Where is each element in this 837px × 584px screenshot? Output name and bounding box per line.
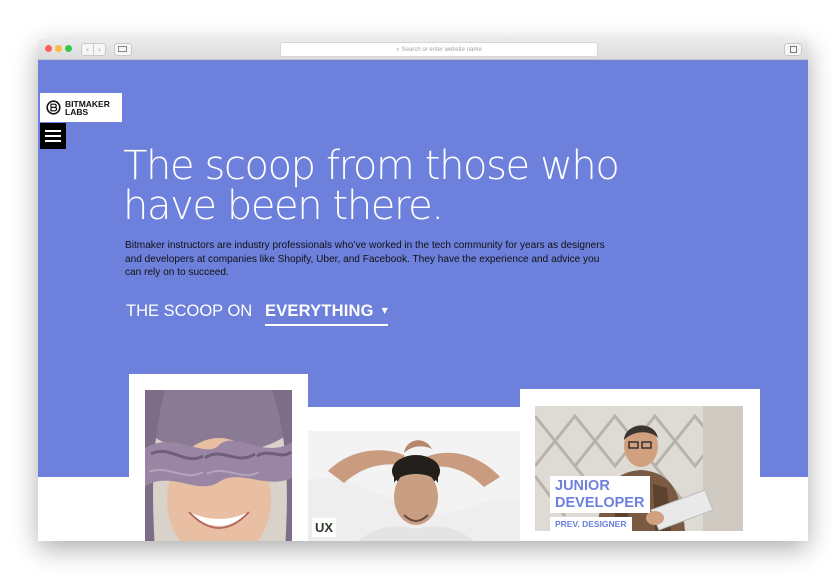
close-window-button[interactable]	[45, 45, 52, 52]
card-label-ux: UX	[312, 518, 337, 537]
card-title-junior-developer: JUNIOR DEVELOPER	[550, 476, 651, 513]
card-title-line-2: DEVELOPER	[555, 495, 645, 511]
card-subtitle-prev-designer: PREV. DESIGNER	[550, 517, 632, 531]
logo-wordmark: BITMAKER LABS	[65, 100, 110, 117]
browser-toolbar: ‹ › ⌕ Search or enter website name	[38, 39, 808, 60]
address-bar[interactable]: ⌕ Search or enter website name	[280, 42, 598, 57]
bitmaker-logo[interactable]: BITMAKER LABS	[40, 93, 122, 122]
page-viewport: BITMAKER LABS The scoop from those who hav…	[38, 60, 808, 541]
sidebar-toggle-button[interactable]	[114, 43, 132, 56]
story-card-ux[interactable]: UX	[308, 407, 520, 541]
bitmaker-logo-icon	[46, 100, 61, 115]
card-photo-braided-hair	[145, 390, 292, 541]
forward-button[interactable]: ›	[93, 43, 106, 56]
intro-line-1: Bitmaker instructors are industry profes…	[125, 240, 605, 251]
intro-paragraph: Bitmaker instructors are industry profes…	[125, 239, 665, 280]
story-card-braids[interactable]	[129, 374, 308, 541]
story-card-junior-developer[interactable]: JUNIOR DEVELOPER PREV. DESIGNER	[520, 389, 760, 541]
card-photo-man-hands-on-head: UX	[308, 431, 520, 541]
browser-window: ‹ › ⌕ Search or enter website name BITMAK…	[38, 39, 808, 541]
tabs-icon	[790, 46, 797, 53]
hamburger-menu-icon[interactable]	[40, 123, 66, 149]
scoop-topic-value: EVERYTHING	[265, 302, 374, 320]
search-icon: ⌕	[396, 46, 400, 53]
minimize-window-button[interactable]	[55, 45, 62, 52]
scoop-label: THE SCOOP ON	[126, 302, 253, 320]
intro-line-2: and developers at companies like Shopify…	[125, 253, 600, 265]
address-placeholder: Search or enter website name	[401, 47, 482, 53]
logo-line-2: LABS	[65, 107, 89, 117]
dropdown-caret-icon: ▼	[381, 306, 388, 315]
card-photo-developer-with-tablet: JUNIOR DEVELOPER PREV. DESIGNER	[535, 406, 743, 531]
page-title: The scoop from those who have been there.	[123, 146, 683, 226]
zoom-window-button[interactable]	[65, 45, 72, 52]
sidebar-icon	[118, 46, 127, 52]
scoop-topic-dropdown[interactable]: EVERYTHING ▼	[265, 302, 388, 326]
card-title-line-1: JUNIOR	[555, 478, 610, 494]
intro-line-3: can rely on to succeed.	[125, 267, 229, 278]
show-tabs-button[interactable]	[784, 43, 802, 56]
headline-line-2: have been there.	[123, 183, 444, 229]
